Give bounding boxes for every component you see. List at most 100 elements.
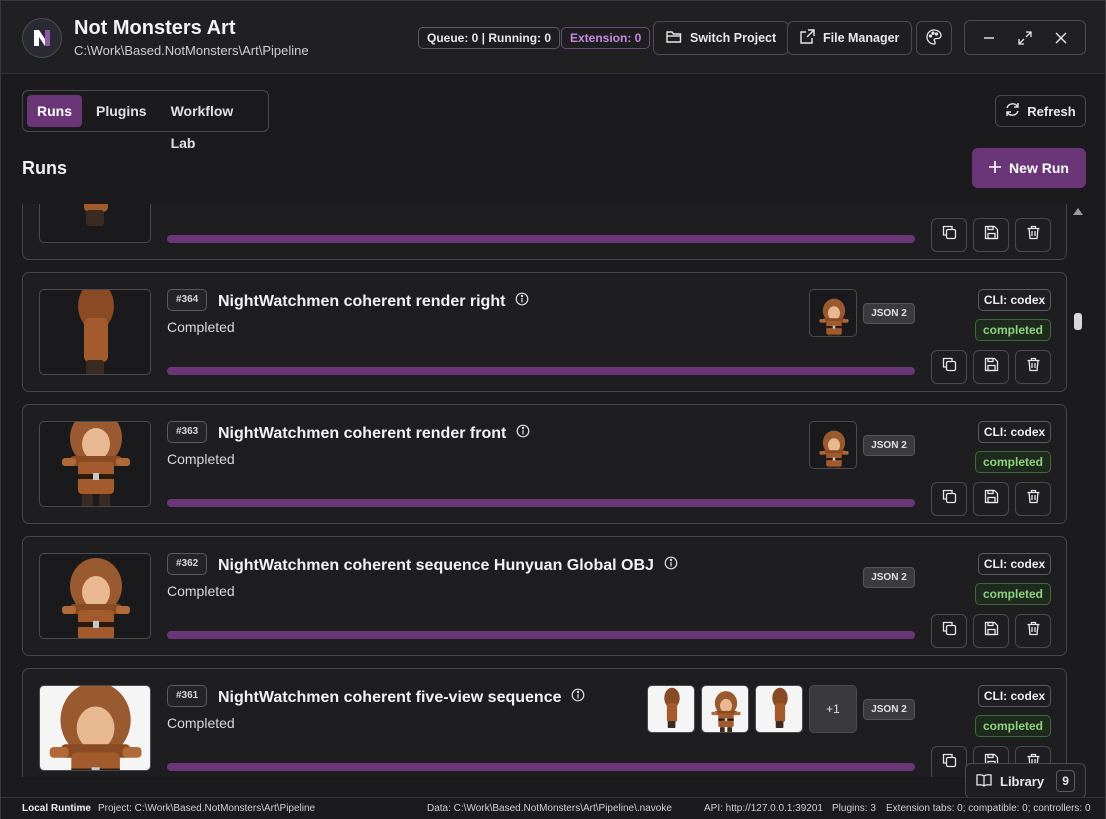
- run-title: NightWatchmen coherent render right: [218, 292, 529, 311]
- json-count-badge[interactable]: JSON 2: [863, 303, 915, 324]
- app-logo: [22, 18, 62, 58]
- output-thumbnail[interactable]: [701, 685, 749, 733]
- delete-button[interactable]: [1015, 350, 1051, 384]
- run-number-badge: #363: [167, 421, 208, 443]
- output-thumbnail[interactable]: [809, 421, 857, 469]
- window-controls: [964, 20, 1086, 55]
- data-path-info: Data: C:\Work\Based.NotMonsters\Art\Pipe…: [427, 803, 672, 814]
- run-progress-bar: [167, 367, 915, 375]
- run-card-partial: [22, 204, 1067, 260]
- copy-button[interactable]: [931, 482, 967, 516]
- info-icon[interactable]: [571, 688, 585, 707]
- copy-icon: [942, 753, 957, 773]
- copy-button[interactable]: [931, 350, 967, 384]
- status-badge: completed: [975, 583, 1051, 605]
- run-thumbnail: [39, 553, 151, 639]
- trash-icon: [1026, 357, 1041, 377]
- output-thumbnail[interactable]: [755, 685, 803, 733]
- trash-icon: [1026, 489, 1041, 509]
- cli-badge: CLI: codex: [978, 553, 1051, 575]
- queue-status-badge: Queue: 0 | Running: 0: [418, 27, 561, 49]
- app-title: Not Monsters Art: [74, 17, 236, 39]
- tab-workflow-lab[interactable]: Workflow Lab: [161, 95, 264, 151]
- run-thumbnail: [39, 204, 151, 243]
- copy-button[interactable]: [931, 746, 967, 777]
- copy-button[interactable]: [931, 614, 967, 648]
- extensions-info: Extension tabs: 0; compatible: 0; contro…: [886, 803, 1091, 814]
- output-thumbnail[interactable]: [647, 685, 695, 733]
- runs-scrollbar[interactable]: [1071, 204, 1085, 777]
- api-info: API: http://127.0.0.1:39201: [704, 803, 823, 814]
- palette-icon: [926, 28, 942, 48]
- theme-button[interactable]: [916, 21, 952, 55]
- refresh-icon: [1005, 102, 1020, 120]
- run-progress-bar: [167, 631, 915, 639]
- run-number-badge: #361: [167, 685, 208, 707]
- status-badge: completed: [975, 715, 1051, 737]
- library-count-badge: 9: [1056, 770, 1075, 792]
- info-icon[interactable]: [515, 292, 529, 311]
- info-icon[interactable]: [664, 556, 678, 575]
- run-card[interactable]: #363 NightWatchmen coherent render front…: [22, 404, 1067, 524]
- new-run-button[interactable]: New Run: [972, 148, 1086, 188]
- output-thumbnail[interactable]: [809, 289, 857, 337]
- maximize-icon[interactable]: [1011, 24, 1039, 52]
- more-outputs-button[interactable]: +1: [809, 685, 857, 733]
- library-button[interactable]: Library 9: [965, 763, 1086, 799]
- title-bar: Not Monsters Art C:\Work\Based.NotMonste…: [1, 1, 1105, 74]
- save-button[interactable]: [973, 614, 1009, 648]
- run-status: Completed: [167, 583, 235, 599]
- delete-button[interactable]: [1015, 482, 1051, 516]
- refresh-button[interactable]: Refresh: [995, 95, 1086, 127]
- save-button[interactable]: [973, 218, 1009, 252]
- run-card[interactable]: #361 NightWatchmen coherent five-view se…: [22, 668, 1067, 777]
- copy-icon: [942, 357, 957, 377]
- scroll-thumb[interactable]: [1074, 313, 1082, 330]
- run-title: NightWatchmen coherent render front: [218, 424, 530, 443]
- copy-icon: [942, 225, 957, 245]
- save-icon: [984, 225, 999, 245]
- json-count-badge[interactable]: JSON 2: [863, 567, 915, 588]
- delete-button[interactable]: [1015, 614, 1051, 648]
- page-title: Runs: [22, 158, 67, 178]
- runtime-label: Local Runtime: [22, 803, 91, 814]
- run-card[interactable]: #362 NightWatchmen coherent sequence Hun…: [22, 536, 1067, 656]
- plus-icon: [989, 160, 1002, 176]
- json-count-badge[interactable]: JSON 2: [863, 435, 915, 456]
- run-status: Completed: [167, 715, 235, 731]
- cli-badge: CLI: codex: [978, 289, 1051, 311]
- extension-status-badge: Extension: 0: [561, 27, 651, 49]
- run-progress-bar: [167, 235, 915, 243]
- trash-icon: [1026, 621, 1041, 641]
- scroll-up-arrow[interactable]: [1073, 208, 1083, 215]
- run-progress-bar: [167, 763, 915, 771]
- run-title: NightWatchmen coherent five-view sequenc…: [218, 688, 585, 707]
- save-icon: [984, 489, 999, 509]
- run-thumbnail: [39, 421, 151, 507]
- file-manager-button[interactable]: File Manager: [787, 21, 913, 55]
- json-count-badge[interactable]: JSON 2: [863, 699, 915, 720]
- minimize-icon[interactable]: [975, 24, 1003, 52]
- tab-plugins[interactable]: Plugins: [86, 95, 157, 127]
- runs-list[interactable]: #364 NightWatchmen coherent render right…: [1, 204, 1071, 777]
- project-path: C:\Work\Based.NotMonsters\Art\Pipeline: [74, 43, 309, 58]
- save-icon: [984, 357, 999, 377]
- info-icon[interactable]: [516, 424, 530, 443]
- run-status: Completed: [167, 451, 235, 467]
- tab-runs[interactable]: Runs: [27, 95, 82, 127]
- status-badge: completed: [975, 319, 1051, 341]
- status-bar: Local Runtime Project: C:\Work\Based.Not…: [1, 797, 1105, 819]
- plugins-info: Plugins: 3: [832, 803, 876, 814]
- save-icon: [984, 621, 999, 641]
- save-button[interactable]: [973, 482, 1009, 516]
- switch-project-button[interactable]: Switch Project: [653, 21, 790, 55]
- status-badge: completed: [975, 451, 1051, 473]
- delete-button[interactable]: [1015, 218, 1051, 252]
- project-info: Project: C:\Work\Based.NotMonsters\Art\P…: [98, 803, 316, 814]
- run-card[interactable]: #364 NightWatchmen coherent render right…: [22, 272, 1067, 392]
- run-thumbnail: [39, 289, 151, 375]
- copy-button[interactable]: [931, 218, 967, 252]
- run-title: NightWatchmen coherent sequence Hunyuan …: [218, 556, 678, 575]
- save-button[interactable]: [973, 350, 1009, 384]
- close-icon[interactable]: [1047, 24, 1075, 52]
